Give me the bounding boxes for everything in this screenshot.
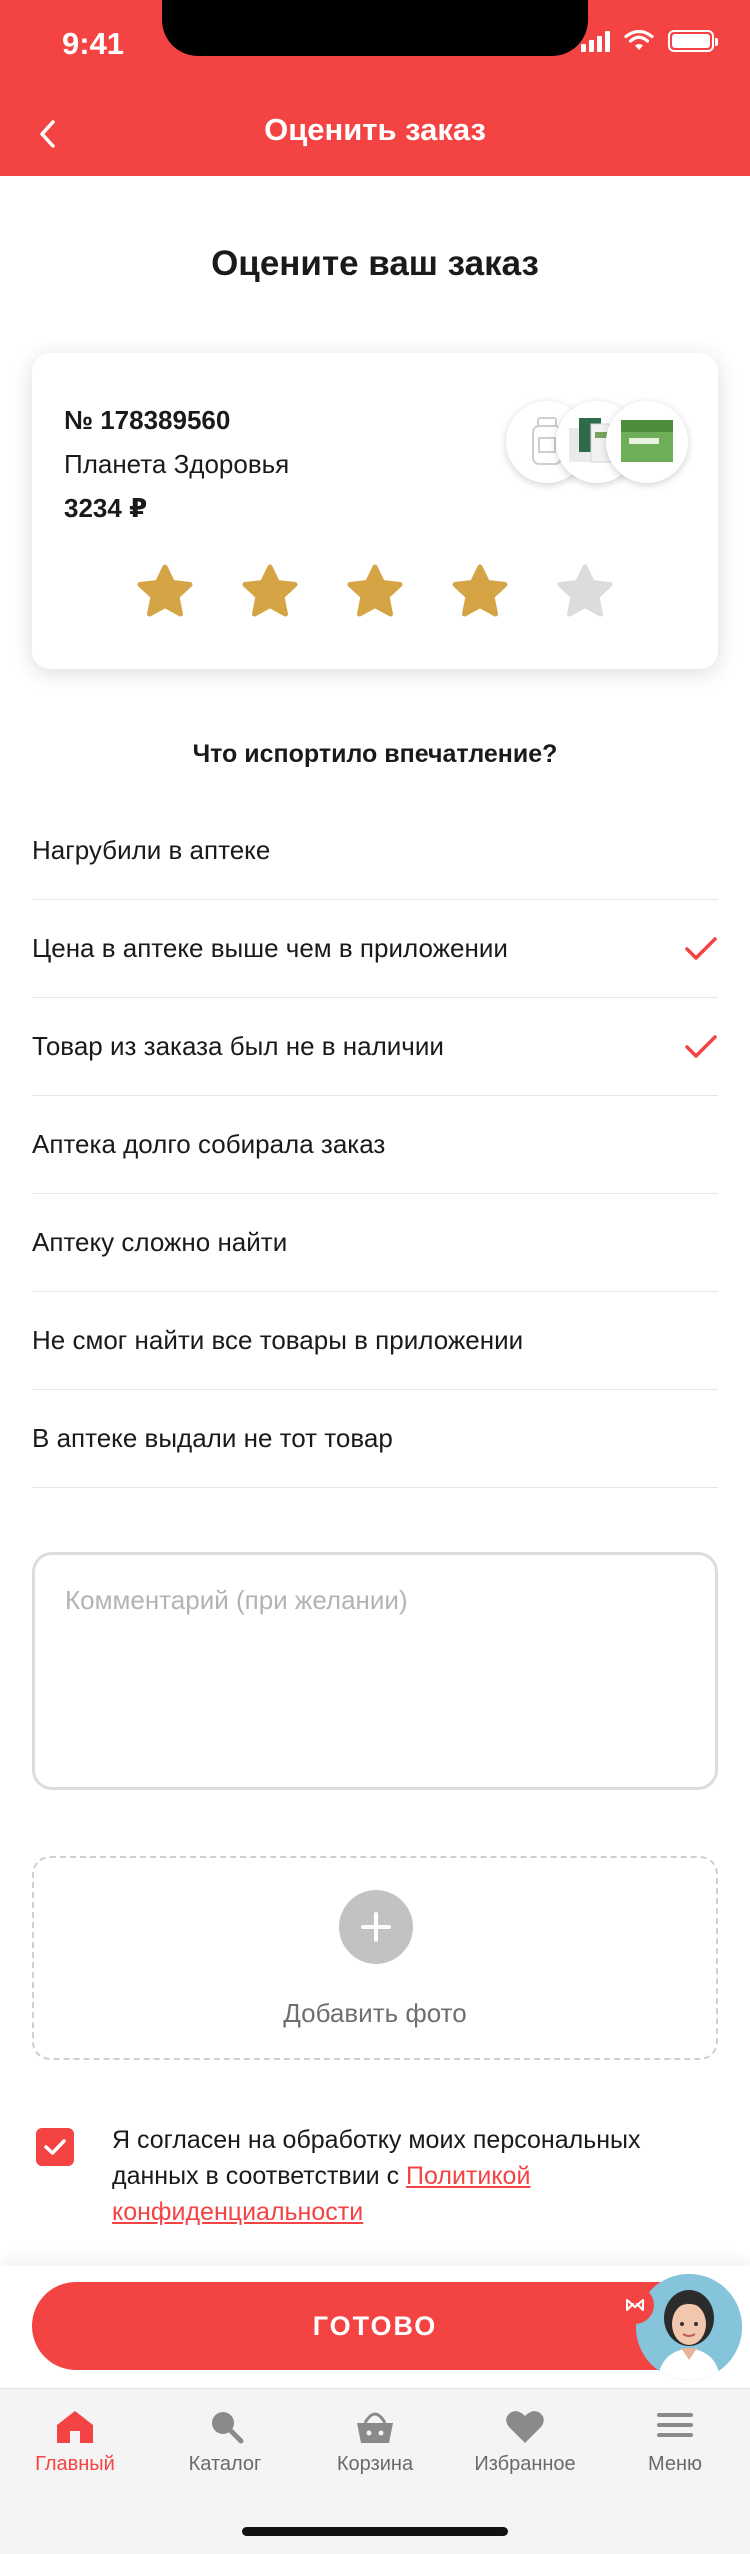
add-photo-label: Добавить фото [283,1998,467,2028]
device-notch [162,0,588,56]
checkmark-icon [685,936,717,960]
reason-label: Не смог найти все товары в приложении [32,1325,524,1355]
reason-label: В аптеке выдали не тот товар [32,1423,393,1453]
reason-label: Аптеку сложно найти [32,1227,288,1257]
tab-bar: Главный Каталог Корзина Избранное Меню [0,2388,750,2554]
reason-item[interactable]: В аптеке выдали не тот товар [32,1390,718,1488]
add-photo-button[interactable]: Добавить фото [32,1856,718,2060]
home-icon [57,2411,93,2443]
assistant-avatar[interactable] [636,2274,742,2380]
star-icon[interactable] [135,563,195,623]
tab-basket[interactable]: Корзина [300,2405,450,2489]
rating-stars[interactable] [32,563,718,623]
comment-input[interactable] [32,1552,718,1790]
reason-item[interactable]: Аптека долго собирала заказ [32,1096,718,1194]
tab-menu[interactable]: Меню [600,2405,750,2489]
product-thumbnail [606,401,688,483]
checkmark-icon [44,2139,66,2155]
reason-label: Нагрубили в аптеке [32,835,271,865]
tab-label: Избранное [474,2453,576,2475]
basket-icon [357,2412,393,2443]
reason-label: Товар из заказа был не в наличии [32,1031,444,1061]
checkmark-icon [685,1034,717,1058]
reason-item[interactable]: Нагрубили в аптеке [32,802,718,900]
consent-text: Я согласен на обработку моих персональны… [112,2122,692,2230]
assistant-avatar-image [636,2274,742,2380]
product-thumbnails [506,401,688,487]
product-box-icon [621,420,673,462]
tab-home[interactable]: Главный [0,2405,150,2489]
page-title: Оцените ваш заказ [211,244,539,283]
order-price: 3234 ₽ [64,493,148,523]
reasons-list: Нагрубили в аптеке Цена в аптеке выше чем… [32,802,718,1488]
star-icon[interactable] [240,563,300,623]
tab-label: Меню [647,2453,703,2475]
battery-icon [668,30,718,52]
order-card: № 178389560 Планета Здоровья 3234 ₽ [32,353,718,669]
tab-bar-items: Главный Каталог Корзина Избранное Меню [0,2389,750,2489]
done-button[interactable]: ГОТОВО [32,2282,718,2370]
star-icon[interactable] [450,563,510,623]
pharmacy-name: Планета Здоровья [64,449,290,479]
reason-label: Аптека долго собирала заказ [32,1129,386,1159]
impression-title: Что испортило впечатление? [192,740,558,768]
status-time: 9:41 [62,26,125,61]
reason-item[interactable]: Аптеку сложно найти [32,1194,718,1292]
header-title: Оценить заказ [264,112,486,147]
star-icon[interactable] [345,563,405,623]
tab-catalog[interactable]: Каталог [150,2405,300,2489]
reason-label: Цена в аптеке выше чем в приложении [32,933,508,963]
wifi-icon [624,30,654,50]
consent-label: Я согласен на обработку моих персональны… [112,2126,641,2190]
order-number: № 178389560 [64,405,231,435]
catalog-icon [212,2412,244,2444]
chat-badge-icon [616,2286,654,2324]
home-indicator [242,2527,508,2536]
status-icons [581,30,718,52]
tab-label: Главный [35,2453,115,2475]
tab-label: Корзина [336,2453,414,2475]
heart-icon [506,2411,544,2443]
reason-item[interactable]: Цена в аптеке выше чем в приложении [32,900,718,998]
plus-icon [339,1890,413,1964]
consent-checkbox[interactable] [36,2128,74,2166]
tab-heart[interactable]: Избранное [450,2405,600,2489]
mail-icon [626,2299,644,2311]
reason-item[interactable]: Товар из заказа был не в наличии [32,998,718,1096]
tab-label: Каталог [188,2453,262,2475]
signal-icon [581,30,610,52]
star-icon[interactable] [555,563,615,623]
menu-icon [657,2413,693,2437]
app-header: 9:41 Оценить заказ [0,0,750,176]
reason-item[interactable]: Не смог найти все товары в приложении [32,1292,718,1390]
